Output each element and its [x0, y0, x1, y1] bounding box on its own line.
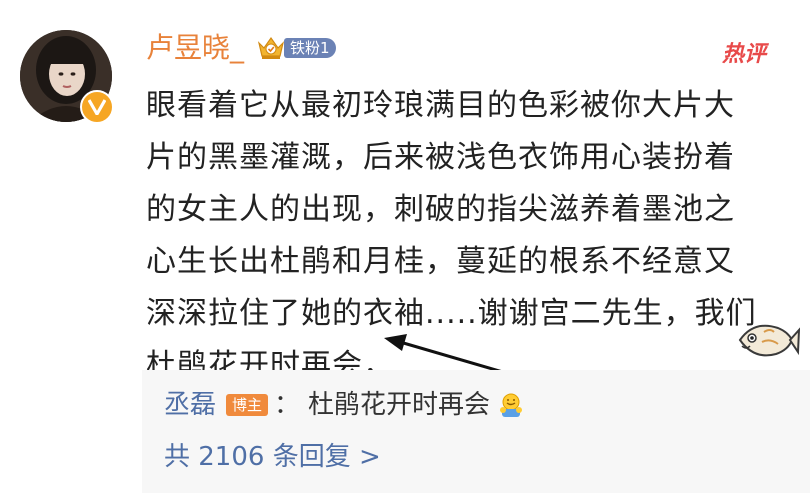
- crown-icon: [256, 34, 286, 62]
- comment-line: 片的黑墨灌溉，后来被浅色衣饰用心装扮着: [146, 140, 735, 175]
- blogger-tag: 博主: [226, 394, 269, 416]
- fan-badge-label: 铁粉1: [284, 38, 336, 58]
- reply-text: 杜鹃花开时再会: [308, 390, 491, 420]
- comment-line: 的女主人的出现，刺破的指尖滋养着墨池之: [146, 192, 735, 227]
- comment-line: 心生长出杜鹃和月桂，蔓延的根系不经意又: [146, 244, 735, 279]
- reply-colon: ：: [274, 390, 301, 420]
- hugging-emoji-icon: [498, 392, 524, 418]
- fan-badge[interactable]: 铁粉1: [256, 35, 336, 61]
- comment-line: 眼看着它从最初玲琅满目的色彩被你大片大: [146, 88, 735, 123]
- reply-row: 丞磊 博主 ： 杜鹃花开时再会: [164, 388, 524, 422]
- reply-preview[interactable]: 丞磊 博主 ： 杜鹃花开时再会 共 2106 条回复 >: [142, 370, 810, 493]
- fish-sticker-icon: [734, 314, 801, 368]
- hot-comment-tag: 热评: [722, 42, 767, 67]
- verified-badge-icon: [80, 90, 114, 124]
- comment-line: 深深拉住了她的衣袖.....谢谢宫二先生，我们: [146, 296, 757, 331]
- comment-content: 眼看着它从最初玲琅满目的色彩被你大片大 片的黑墨灌溉，后来被浅色衣饰用心装扮着 …: [146, 80, 776, 392]
- comment-username[interactable]: 卢昱晓_: [146, 30, 244, 66]
- view-replies-link[interactable]: 共 2106 条回复 >: [164, 440, 381, 474]
- reply-username[interactable]: 丞磊: [164, 388, 216, 422]
